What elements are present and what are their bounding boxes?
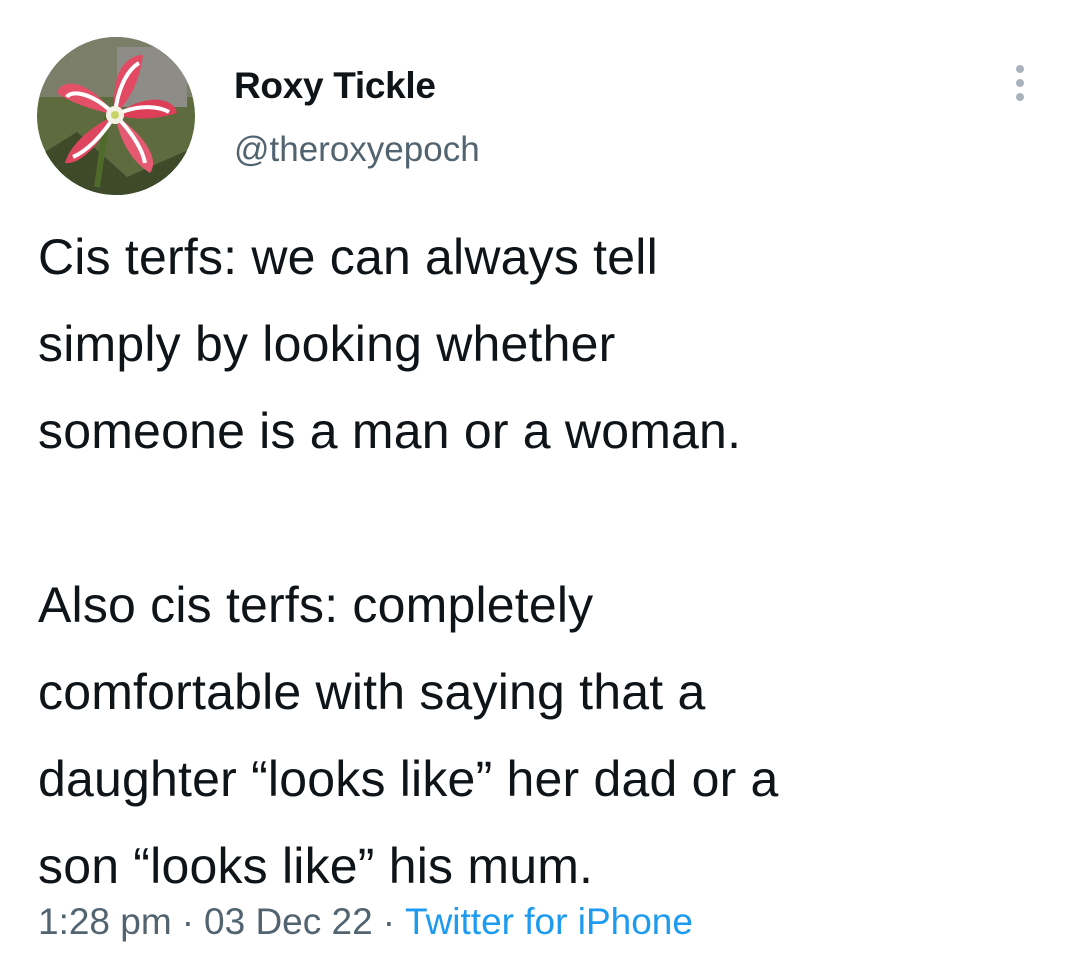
tweet-card: Roxy Tickle @theroxyepoch Cis terfs: we … (0, 0, 1080, 971)
meta-separator: · (382, 901, 396, 942)
tweet-source-link[interactable]: Twitter for iPhone (405, 901, 693, 942)
tweet-metadata: 1:28 pm · 03 Dec 22 · Twitter for iPhone (38, 896, 693, 948)
profile-avatar[interactable] (37, 37, 195, 195)
amaryllis-flower-avatar (37, 37, 195, 195)
meta-separator: · (181, 901, 195, 942)
tweet-time[interactable]: 1:28 pm (38, 901, 172, 942)
more-horizontal-icon (1016, 65, 1024, 73)
more-horizontal-icon-dot-3 (1016, 93, 1024, 101)
author-handle[interactable]: @theroxyepoch (234, 128, 480, 172)
more-horizontal-icon-dot-2 (1016, 79, 1024, 87)
tweet-date[interactable]: 03 Dec 22 (204, 901, 373, 942)
more-options-button[interactable] (1000, 58, 1040, 108)
tweet-text: Cis terfs: we can always tell simply by … (38, 214, 1048, 910)
tweet-paragraph-2: Also cis terfs: completely comfortable w… (38, 577, 779, 894)
author-display-name[interactable]: Roxy Tickle (234, 64, 436, 108)
tweet-paragraph-1: Cis terfs: we can always tell simply by … (38, 229, 742, 459)
